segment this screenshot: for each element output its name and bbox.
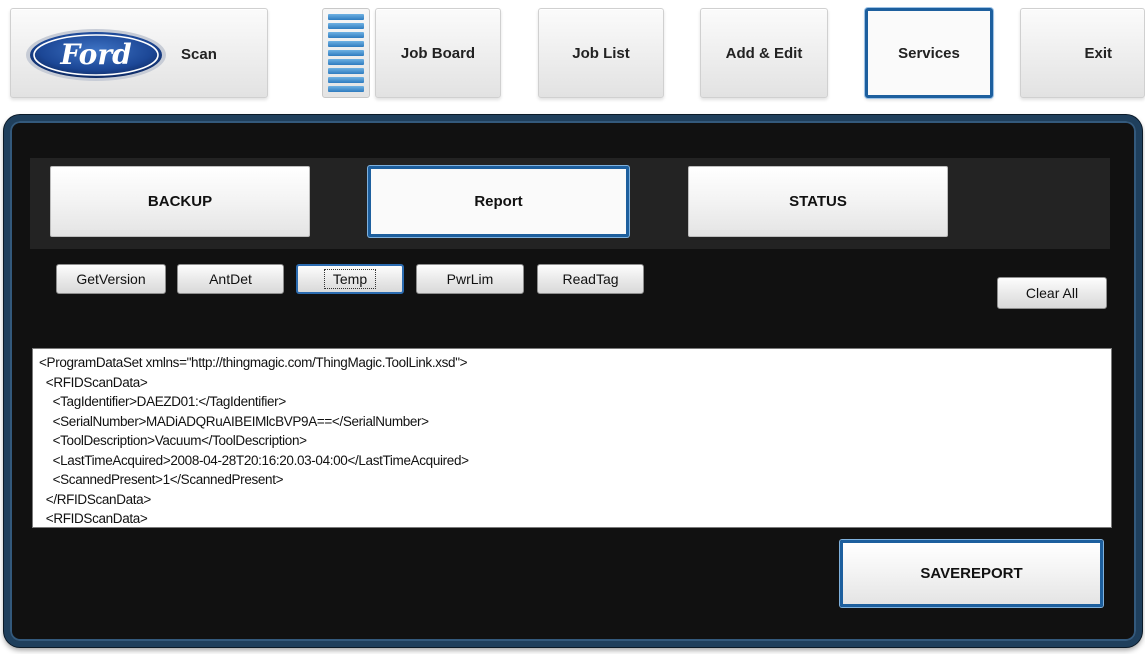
output-line: <RFIDScanData> [39,374,148,390]
pwr-lim-button[interactable]: PwrLim [416,264,524,294]
clear-all-button[interactable]: Clear All [997,277,1107,309]
output-line: <ProgramDataSet xmlns="http://thingmagic… [39,355,468,370]
list-bars-icon [328,14,364,20]
output-line: </RFIDScanData> [39,491,151,507]
output-line: <TagIdentifier>DAEZD01:</TagIdentifier> [39,394,287,409]
ant-det-button[interactable]: AntDet [177,264,284,294]
pwr-lim-label: PwrLim [446,271,494,287]
output-line: <ScannedPresent>1</ScannedPresent> [39,472,284,487]
job-board-button[interactable]: Job Board [375,8,501,98]
services-button[interactable]: Services [865,8,993,98]
output-line: <ToolDescription>Vacuum</ToolDescription… [39,433,307,448]
job-list-button[interactable]: Job List [538,8,664,98]
tab-backup[interactable]: BACKUP [50,166,310,237]
scan-button[interactable]: Ford Scan [10,8,268,98]
ford-logo: Ford [26,29,166,81]
output-line: <RFIDScanData> [39,511,148,526]
tab-report-label: Report [474,193,523,210]
add-edit-button[interactable]: Add & Edit [700,8,828,98]
temp-button[interactable]: Temp [296,264,404,294]
get-version-label: GetVersion [76,271,146,287]
scan-label: Scan [181,46,217,63]
tab-status[interactable]: STATUS [688,166,948,237]
list-toggle-button[interactable] [322,8,370,98]
exit-button[interactable]: Exit [1020,8,1145,98]
add-edit-label: Add & Edit [725,44,803,62]
output-line: <LastTimeAcquired>2008-04-28T20:16:20.03… [39,452,469,468]
job-list-label: Job List [572,44,630,62]
read-tag-button[interactable]: ReadTag [537,264,644,294]
ant-det-label: AntDet [209,271,252,287]
clear-all-label: Clear All [1025,285,1079,301]
get-version-button[interactable]: GetVersion [56,264,166,294]
save-report-button[interactable]: SAVEREPORT [840,540,1103,607]
report-output-textbox[interactable]: <ProgramDataSet xmlns="http://thingmagic… [32,348,1112,528]
services-label: Services [898,44,960,62]
temp-label: Temp [323,269,377,289]
save-report-label: SAVEREPORT [920,565,1023,582]
tab-report[interactable]: Report [368,166,629,237]
ford-logo-text: Ford [59,38,131,71]
tab-backup-label: BACKUP [147,193,213,210]
job-board-label: Job Board [400,44,476,62]
read-tag-label: ReadTag [562,271,619,287]
output-line: <SerialNumber>MADiADQRuAIBEIMlcBVP9A==</… [39,413,429,429]
tab-status-label: STATUS [789,193,847,210]
exit-label: Exit [1084,44,1112,62]
